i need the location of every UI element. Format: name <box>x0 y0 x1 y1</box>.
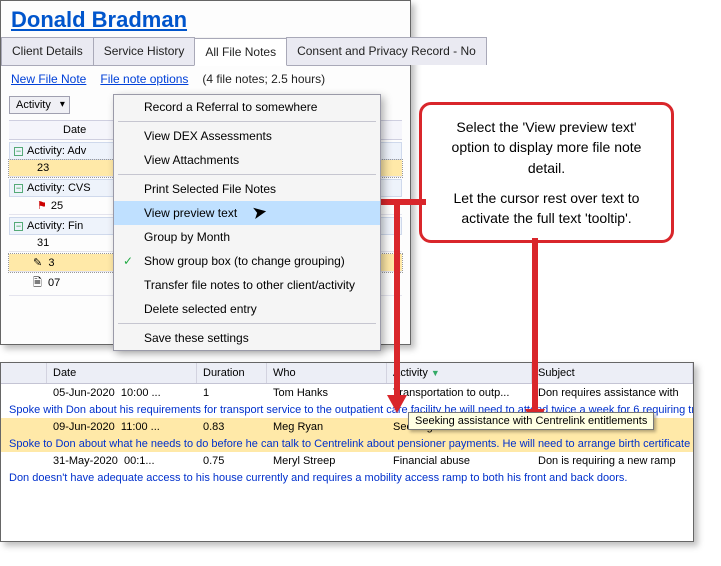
tab-client-details[interactable]: Client Details <box>1 37 94 65</box>
menu-view-preview-text[interactable]: View preview text <box>114 201 380 225</box>
col-activity[interactable]: Activity▼ <box>387 363 532 383</box>
menu-group-by-month[interactable]: Group by Month <box>114 225 380 249</box>
collapse-icon[interactable]: − <box>14 222 23 231</box>
sort-desc-icon: ▼ <box>431 368 440 378</box>
client-name-heading[interactable]: Donald Bradman <box>1 1 410 37</box>
collapse-icon[interactable]: − <box>14 184 23 193</box>
tab-service-history[interactable]: Service History <box>93 37 196 65</box>
arrow-line <box>532 238 538 413</box>
tooltip: Seeking assistance with Centrelink entit… <box>408 412 654 430</box>
col-who[interactable]: Who <box>267 363 387 383</box>
col-duration[interactable]: Duration <box>197 363 267 383</box>
callout-text-2: Let the cursor rest over text to activat… <box>436 188 657 229</box>
new-file-note-link[interactable]: New File Note <box>11 72 86 86</box>
menu-view-attachments[interactable]: View Attachments <box>114 148 380 172</box>
callout-text-1: Select the 'View preview text' option to… <box>436 117 657 178</box>
file-note-options-link[interactable]: File note options <box>100 72 188 86</box>
col-date[interactable]: Date <box>47 363 197 383</box>
edit-icon: ✎ <box>33 257 42 269</box>
file-note-options-menu: Record a Referral to somewhere View DEX … <box>113 94 381 351</box>
col-date[interactable]: Date <box>63 124 86 136</box>
col-subject[interactable]: Subject <box>532 363 693 383</box>
collapse-icon[interactable]: − <box>14 147 23 156</box>
table-row[interactable]: 05-Jun-2020 10:00 ... 1 Tom Hanks Transp… <box>1 384 693 402</box>
menu-delete-entry[interactable]: Delete selected entry <box>114 297 380 321</box>
preview-text: Spoke to Don about what he needs to do b… <box>1 436 693 452</box>
menu-show-group-box[interactable]: Show group box (to change grouping) <box>114 249 380 273</box>
note-icon: 🗎 <box>33 277 42 289</box>
help-callout: Select the 'View preview text' option to… <box>419 102 674 243</box>
groupby-activity-dropdown[interactable]: Activity <box>9 96 70 114</box>
arrowhead-icon <box>387 395 407 413</box>
preview-text: Don doesn't have adequate access to his … <box>1 470 693 486</box>
file-notes-toolbar: New File Note File note options (4 file … <box>1 66 410 90</box>
preview-grid-panel: Date Duration Who Activity▼ Subject 05-J… <box>0 362 694 542</box>
tab-strip: Client Details Service History All File … <box>1 37 410 66</box>
arrow-line <box>394 199 400 399</box>
menu-record-referral[interactable]: Record a Referral to somewhere <box>114 95 380 119</box>
menu-save-settings[interactable]: Save these settings <box>114 326 380 350</box>
table-row[interactable]: 31-May-2020 00:1... 0.75 Meryl Streep Fi… <box>1 452 693 470</box>
file-note-count-text: (4 file notes; 2.5 hours) <box>202 72 325 86</box>
menu-transfer-notes[interactable]: Transfer file notes to other client/acti… <box>114 273 380 297</box>
flag-icon: ⚑ <box>37 200 47 212</box>
menu-print-selected[interactable]: Print Selected File Notes <box>114 177 380 201</box>
bottom-grid-header: Date Duration Who Activity▼ Subject <box>1 363 693 384</box>
tab-consent-privacy[interactable]: Consent and Privacy Record - No <box>286 37 487 65</box>
tab-all-file-notes[interactable]: All File Notes <box>194 38 287 66</box>
menu-view-dex[interactable]: View DEX Assessments <box>114 124 380 148</box>
